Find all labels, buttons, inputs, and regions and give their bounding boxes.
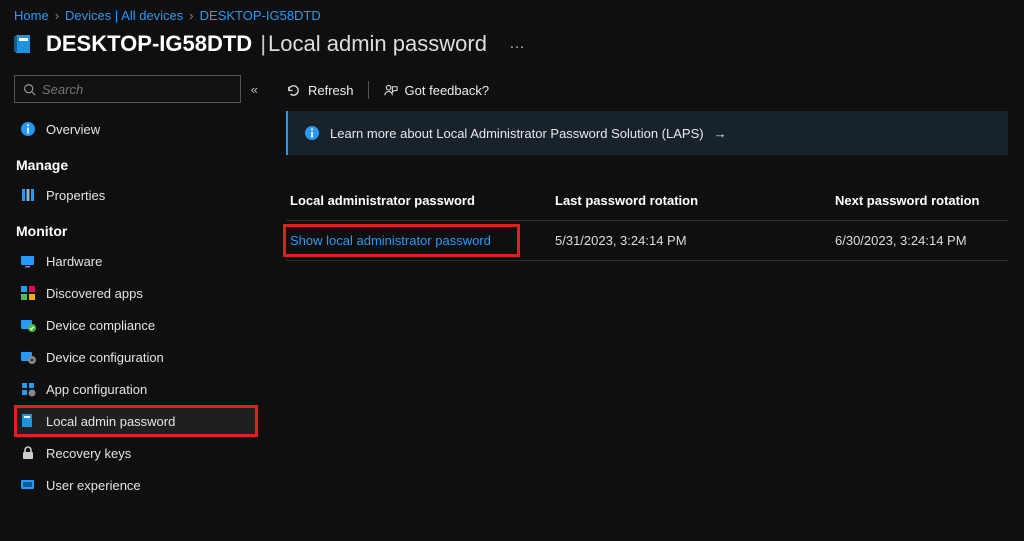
page-header: DESKTOP-IG58DTD |Local admin password … (0, 27, 1024, 75)
page-title: DESKTOP-IG58DTD |Local admin password (46, 31, 487, 57)
info-icon (20, 121, 36, 137)
col-header-last-rotation: Last password rotation (551, 181, 831, 220)
sidebar-item-user-experience[interactable]: User experience (14, 469, 258, 501)
user-experience-icon (20, 477, 36, 493)
sidebar-item-properties[interactable]: Properties (14, 179, 258, 211)
apps-icon (20, 285, 36, 301)
device-icon (14, 33, 36, 55)
hardware-icon (20, 253, 36, 269)
table-header-row: Local administrator password Last passwo… (286, 181, 1008, 221)
col-header-password: Local administrator password (286, 181, 551, 220)
breadcrumb: Home › Devices | All devices › DESKTOP-I… (0, 0, 1024, 27)
chevron-right-icon: › (189, 8, 193, 23)
collapse-sidebar-button[interactable]: « (251, 82, 258, 97)
app-config-icon (20, 381, 36, 397)
search-input[interactable] (14, 75, 241, 103)
sidebar-item-label: Discovered apps (46, 286, 143, 301)
sidebar-item-local-admin-password[interactable]: Local admin password (14, 405, 258, 437)
info-icon (304, 125, 320, 141)
chevron-right-icon: › (55, 8, 59, 23)
banner-text: Learn more about Local Administrator Pas… (330, 126, 704, 141)
sidebar-item-discovered-apps[interactable]: Discovered apps (14, 277, 258, 309)
info-banner[interactable]: Learn more about Local Administrator Pas… (286, 111, 1008, 155)
main-content: Refresh Got feedback? Learn more about L… (258, 75, 1024, 536)
breadcrumb-home[interactable]: Home (14, 8, 49, 23)
toolbar-separator (368, 81, 369, 99)
sidebar: « Overview Manage Properties Monitor (0, 75, 258, 536)
sidebar-item-label: Local admin password (46, 414, 175, 429)
device-config-icon (20, 349, 36, 365)
sidebar-item-label: Recovery keys (46, 446, 131, 461)
breadcrumb-devices[interactable]: Devices | All devices (65, 8, 183, 23)
toolbar: Refresh Got feedback? (286, 75, 1024, 111)
col-header-next-rotation: Next password rotation (831, 181, 1008, 220)
sidebar-item-label: Hardware (46, 254, 102, 269)
sidebar-item-label: App configuration (46, 382, 147, 397)
next-rotation-value: 6/30/2023, 3:24:14 PM (831, 221, 1008, 260)
sidebar-item-recovery-keys[interactable]: Recovery keys (14, 437, 258, 469)
show-password-link[interactable]: Show local administrator password (290, 233, 491, 248)
device-icon (20, 413, 36, 429)
sidebar-item-label: Properties (46, 188, 105, 203)
sidebar-item-device-compliance[interactable]: Device compliance (14, 309, 258, 341)
sidebar-item-label: Device compliance (46, 318, 155, 333)
lock-icon (20, 445, 36, 461)
sidebar-item-label: Device configuration (46, 350, 164, 365)
refresh-icon (286, 83, 301, 98)
sidebar-item-app-configuration[interactable]: App configuration (14, 373, 258, 405)
show-password-highlight: Show local administrator password (283, 224, 520, 257)
sidebar-item-hardware[interactable]: Hardware (14, 245, 258, 277)
breadcrumb-device[interactable]: DESKTOP-IG58DTD (200, 8, 321, 23)
sidebar-item-device-configuration[interactable]: Device configuration (14, 341, 258, 373)
properties-icon (20, 187, 36, 203)
sidebar-item-label: User experience (46, 478, 141, 493)
refresh-button[interactable]: Refresh (286, 83, 354, 98)
sidebar-section-monitor: Monitor (14, 211, 258, 245)
more-actions-button[interactable]: … (497, 35, 527, 53)
password-table: Local administrator password Last passwo… (286, 181, 1008, 261)
feedback-icon (383, 83, 398, 98)
arrow-right-icon: → (714, 126, 727, 141)
search-icon (23, 83, 36, 96)
compliance-icon (20, 317, 36, 333)
table-row: Show local administrator password 5/31/2… (286, 221, 1008, 261)
sidebar-section-manage: Manage (14, 145, 258, 179)
feedback-button[interactable]: Got feedback? (383, 83, 490, 98)
sidebar-item-label: Overview (46, 122, 100, 137)
sidebar-item-overview[interactable]: Overview (14, 113, 258, 145)
last-rotation-value: 5/31/2023, 3:24:14 PM (551, 221, 831, 260)
